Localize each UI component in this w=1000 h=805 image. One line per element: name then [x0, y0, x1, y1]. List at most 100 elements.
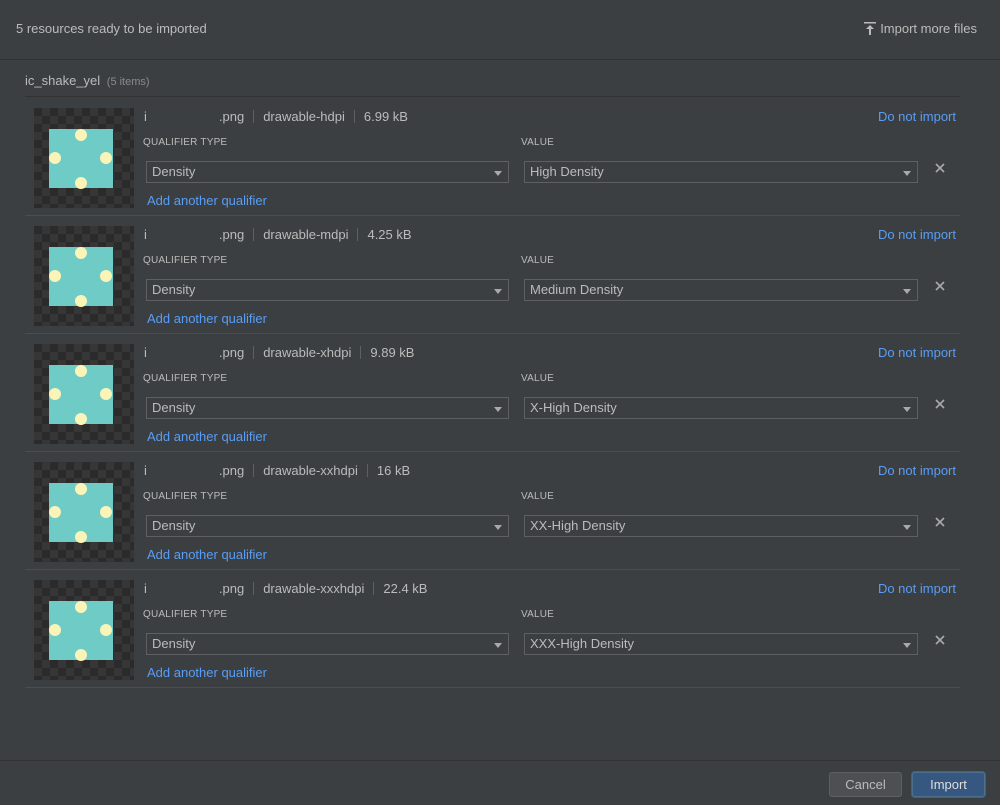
dropdown-arrow-icon — [903, 525, 911, 530]
image-preview — [34, 108, 134, 208]
dropdown-arrow-icon — [903, 171, 911, 176]
dropdown-arrow-icon — [494, 643, 502, 648]
separator — [253, 464, 255, 477]
resource-item: i .png drawable-hdpi 6.99 kB Do not impo… — [25, 97, 960, 216]
qualifier-value-select[interactable]: Medium Density — [524, 279, 918, 301]
qualifier-type-selected: Density — [152, 164, 196, 179]
target-folder: drawable-xhdpi — [263, 345, 352, 360]
resource-item: i .png drawable-mdpi 4.25 kB Do not impo… — [25, 215, 960, 334]
qualifier-value-select[interactable]: XXX-High Density — [524, 633, 918, 655]
resource-item: i .png drawable-xhdpi 9.89 kB Do not imp… — [25, 333, 960, 452]
file-extension: .png — [218, 345, 245, 360]
import-more-files-button[interactable]: Import more files — [864, 21, 977, 36]
qualifier-type-select[interactable]: Density — [146, 279, 509, 301]
qualifier-value-select[interactable]: XX-High Density — [524, 515, 918, 537]
preview-image — [49, 483, 113, 543]
separator — [373, 582, 375, 595]
do-not-import-link[interactable]: Do not import — [878, 227, 956, 242]
qualifier-type-select[interactable]: Density — [146, 515, 509, 537]
qualifier-type-select[interactable]: Density — [146, 397, 509, 419]
qualifier-value-selected: High Density — [530, 164, 604, 179]
file-size: 4.25 kB — [367, 227, 412, 242]
preview-image — [49, 601, 113, 661]
qualifier-type-selected: Density — [152, 636, 196, 651]
image-preview — [34, 344, 134, 444]
remove-qualifier-icon[interactable] — [933, 397, 947, 411]
target-folder: drawable-xxxhdpi — [263, 581, 365, 596]
qualifier-value-selected: Medium Density — [530, 282, 624, 297]
resource-item: i .png drawable-xxhdpi 16 kB Do not impo… — [25, 451, 960, 570]
separator — [253, 582, 255, 595]
footer-divider — [0, 760, 1000, 761]
resource-item: i .png drawable-xxxhdpi 22.4 kB Do not i… — [25, 569, 960, 688]
target-folder: drawable-mdpi — [263, 227, 349, 242]
value-label: VALUE — [521, 255, 555, 266]
add-qualifier-link[interactable]: Add another qualifier — [147, 547, 267, 562]
dialog-header: 5 resources ready to be imported Import … — [0, 0, 1000, 60]
dropdown-arrow-icon — [903, 289, 911, 294]
qualifier-type-select[interactable]: Density — [146, 633, 509, 655]
file-size: 16 kB — [376, 463, 411, 478]
resource-group-header: ic_shake_yel (5 items) — [25, 73, 150, 88]
value-label: VALUE — [521, 137, 555, 148]
remove-qualifier-icon[interactable] — [933, 279, 947, 293]
cancel-button[interactable]: Cancel — [829, 772, 902, 797]
preview-image — [49, 129, 113, 189]
qualifier-type-label: QUALIFIER TYPE — [143, 255, 228, 266]
resource-group-count: (5 items) — [106, 76, 150, 88]
file-name: i — [144, 463, 147, 478]
qualifier-type-label: QUALIFIER TYPE — [143, 373, 228, 384]
qualifier-type-selected: Density — [152, 282, 196, 297]
image-preview — [34, 462, 134, 562]
remove-qualifier-icon[interactable] — [933, 161, 947, 175]
file-size: 9.89 kB — [370, 345, 415, 360]
qualifier-type-label: QUALIFIER TYPE — [143, 137, 228, 148]
dropdown-arrow-icon — [903, 407, 911, 412]
add-qualifier-link[interactable]: Add another qualifier — [147, 193, 267, 208]
add-qualifier-link[interactable]: Add another qualifier — [147, 311, 267, 326]
dropdown-arrow-icon — [494, 407, 502, 412]
import-button[interactable]: Import — [912, 772, 985, 797]
separator — [360, 346, 362, 359]
file-name: i — [144, 109, 147, 124]
do-not-import-link[interactable]: Do not import — [878, 581, 956, 596]
qualifier-type-label: QUALIFIER TYPE — [143, 609, 228, 620]
file-name: i — [144, 227, 147, 242]
header-title: 5 resources ready to be imported — [16, 21, 207, 36]
file-info: i .png drawable-xxxhdpi 22.4 kB — [144, 581, 427, 596]
do-not-import-link[interactable]: Do not import — [878, 463, 956, 478]
do-not-import-link[interactable]: Do not import — [878, 345, 956, 360]
separator — [366, 464, 368, 477]
separator — [357, 228, 359, 241]
remove-qualifier-icon[interactable] — [933, 515, 947, 529]
target-folder: drawable-hdpi — [263, 109, 345, 124]
separator — [253, 228, 255, 241]
do-not-import-link[interactable]: Do not import — [878, 109, 956, 124]
file-extension: .png — [218, 227, 245, 242]
separator — [253, 110, 255, 123]
file-info: i .png drawable-xxhdpi 16 kB — [144, 463, 410, 478]
dropdown-arrow-icon — [494, 171, 502, 176]
dropdown-arrow-icon — [903, 643, 911, 648]
qualifier-type-select[interactable]: Density — [146, 161, 509, 183]
qualifier-value-select[interactable]: High Density — [524, 161, 918, 183]
qualifier-type-selected: Density — [152, 518, 196, 533]
image-preview — [34, 580, 134, 680]
dropdown-arrow-icon — [494, 525, 502, 530]
file-info: i .png drawable-xhdpi 9.89 kB — [144, 345, 414, 360]
upload-icon — [864, 22, 877, 35]
dropdown-arrow-icon — [494, 289, 502, 294]
file-extension: .png — [218, 581, 245, 596]
remove-qualifier-icon[interactable] — [933, 633, 947, 647]
file-size: 22.4 kB — [383, 581, 428, 596]
qualifier-value-selected: X-High Density — [530, 400, 617, 415]
add-qualifier-link[interactable]: Add another qualifier — [147, 665, 267, 680]
file-info: i .png drawable-mdpi 4.25 kB — [144, 227, 412, 242]
file-size: 6.99 kB — [363, 109, 408, 124]
qualifier-value-select[interactable]: X-High Density — [524, 397, 918, 419]
image-preview — [34, 226, 134, 326]
qualifier-type-label: QUALIFIER TYPE — [143, 491, 228, 502]
add-qualifier-link[interactable]: Add another qualifier — [147, 429, 267, 444]
file-info: i .png drawable-hdpi 6.99 kB — [144, 109, 408, 124]
value-label: VALUE — [521, 373, 555, 384]
